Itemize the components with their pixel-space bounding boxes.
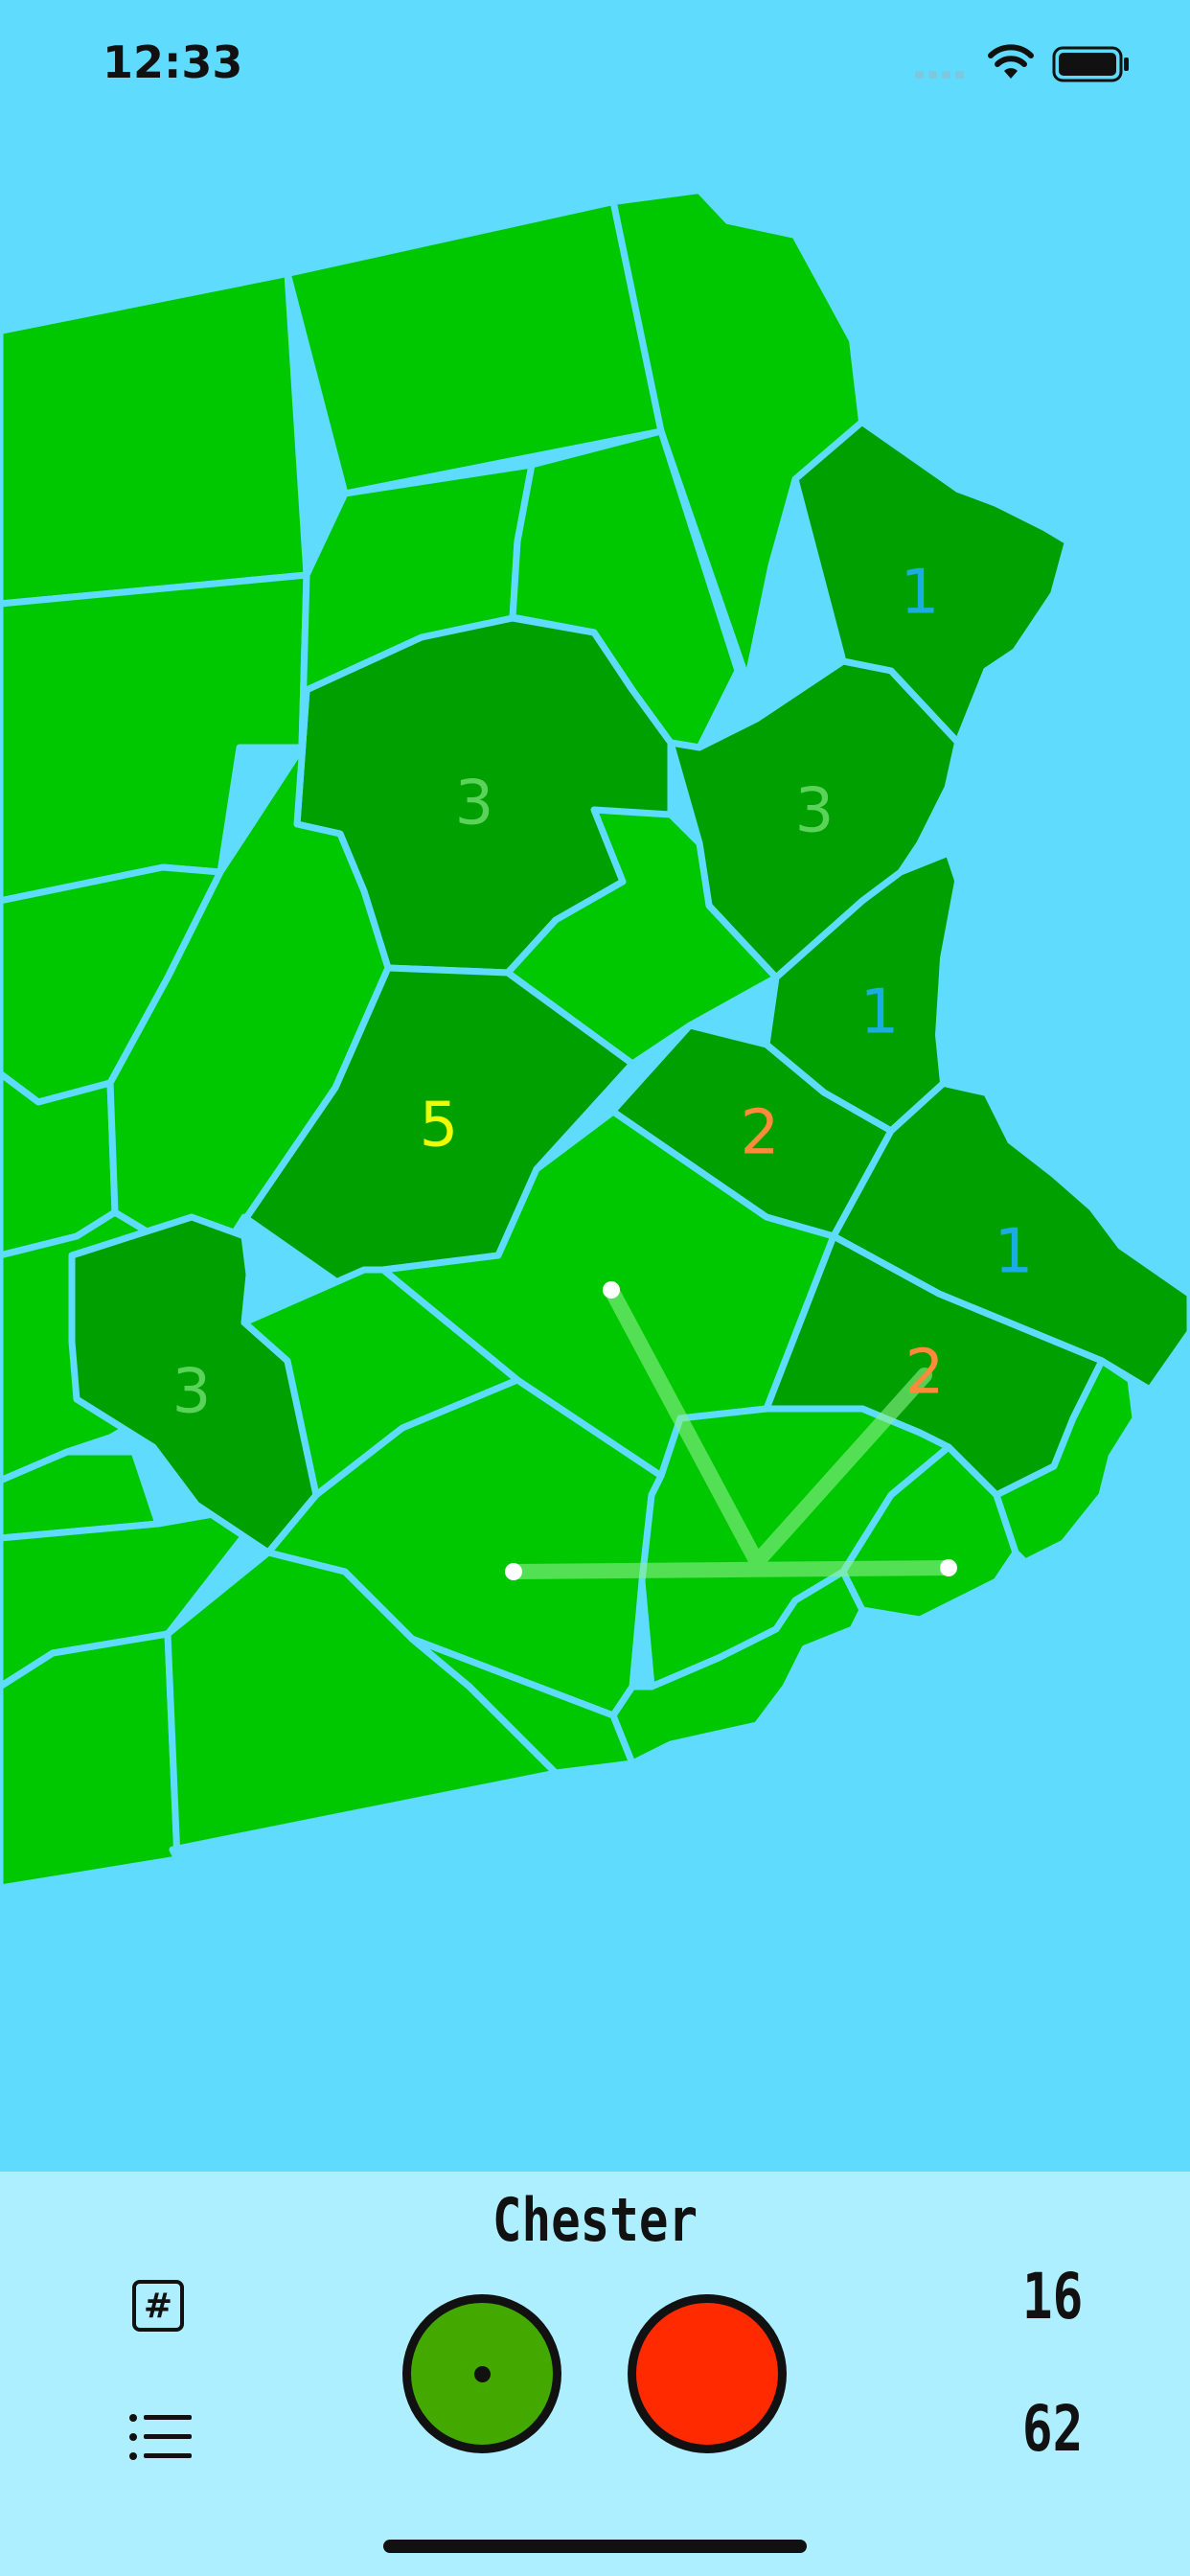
list-icon[interactable] [128,2413,192,2461]
hint-point [603,1281,620,1299]
green-mark-button[interactable] [402,2294,561,2453]
clue-number: 3 [795,776,835,847]
clue-number: 3 [455,769,494,840]
county-map[interactable]: 1 3 3 1 5 2 1 3 2 [0,0,1190,2172]
selected-dot [474,2366,491,2382]
red-mark-button[interactable] [628,2294,787,2453]
count-top: 16 [1021,2260,1083,2334]
clue-number: 1 [901,558,940,629]
hint-point [940,1559,957,1576]
clue-number: 3 [172,1357,212,1428]
clue-number: 2 [741,1098,780,1169]
clue-number: 1 [995,1217,1034,1288]
county-name: Chester [492,2185,698,2255]
county[interactable] [0,1630,181,1892]
count-bottom: 62 [1021,2392,1083,2466]
hint-point [505,1563,522,1580]
clue-number: 1 [860,978,900,1048]
clue-number: 5 [420,1091,459,1162]
hash-button[interactable]: # [132,2280,184,2332]
home-indicator [383,2540,807,2553]
hash-icon: # [143,2286,173,2326]
clue-number: 2 [905,1338,945,1409]
